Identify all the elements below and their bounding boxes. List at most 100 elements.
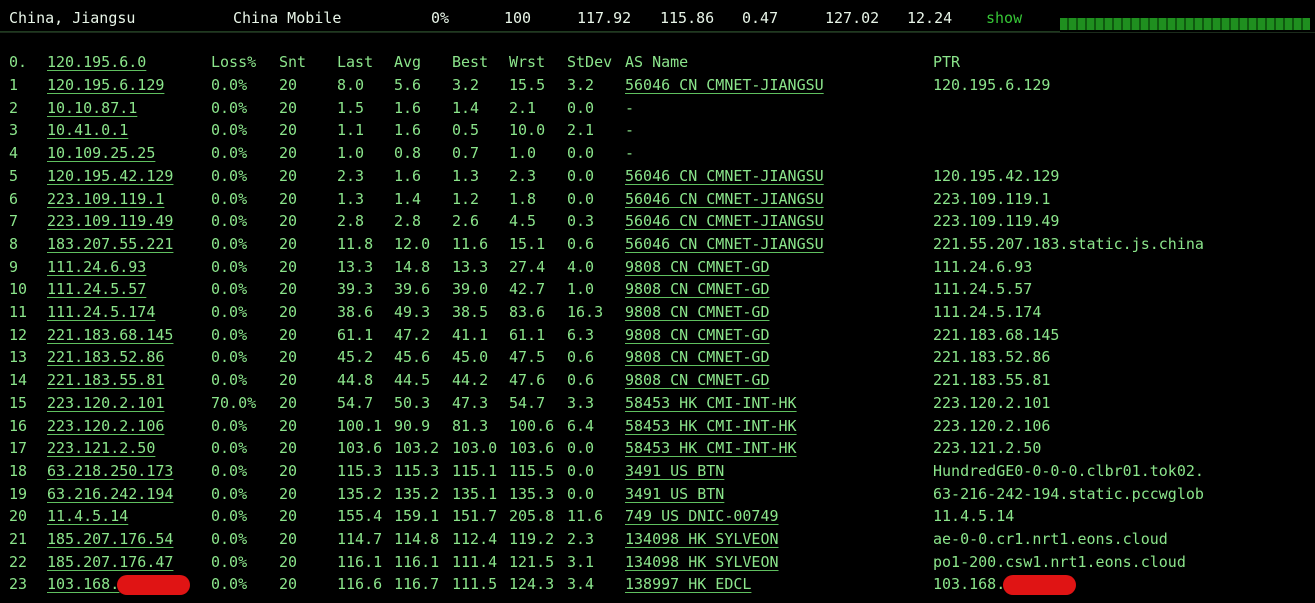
ptr-record: 120.195.42.129 xyxy=(933,166,1060,185)
best-ms: 38.5 xyxy=(452,303,489,321)
hop-host[interactable]: 221.183.68.145 xyxy=(47,324,173,346)
as-name[interactable]: 56046 CN CMNET-JIANGSU xyxy=(625,210,824,232)
stdev-ms: 3.4 xyxy=(567,575,595,594)
as-name[interactable]: 9808 CN CMNET-GD xyxy=(625,278,770,300)
as-name[interactable]: 56046 CN CMNET-JIANGSU xyxy=(625,188,824,210)
hop-host[interactable]: 185.207.176.54 xyxy=(47,528,173,550)
as-name[interactable]: 3491 US BTN xyxy=(625,483,724,505)
hop-number: 7 xyxy=(9,212,19,231)
stdev-ms: 0.0 xyxy=(567,461,595,480)
best-ms: 39.0 xyxy=(452,280,489,299)
as-name[interactable]: 9808 CN CMNET-GD xyxy=(625,301,770,323)
table-row: 2 10.10.87.1 0.0% 20 1.5 1.6 1.4 2.1 0.0 - xyxy=(0,97,1315,119)
ptr-record: 223.121.2.50 xyxy=(933,439,1042,458)
summary-loss: 0% xyxy=(431,9,450,27)
avg-ms: 49.3 xyxy=(394,303,431,321)
as-name[interactable]: 56046 CN CMNET-JIANGSU xyxy=(625,74,824,96)
hop-host[interactable]: 111.24.5.174 xyxy=(47,301,155,323)
sent-count: 20 xyxy=(279,280,298,299)
table-row: 7 223.109.119.49 0.0% 20 2.8 2.8 2.6 4.5 0.3 5604… xyxy=(0,210,1315,232)
header-hop-number: 0. xyxy=(9,53,28,71)
hop-host[interactable]: 111.24.6.93 xyxy=(47,256,146,278)
as-name[interactable]: 9808 CN CMNET-GD xyxy=(625,256,770,278)
table-row: 4 10.109.25.25 0.0% 20 1.0 0.8 0.7 1.0 0.0 - xyxy=(0,142,1315,164)
stdev-ms: 2.1 xyxy=(567,121,595,140)
hop-host[interactable]: 223.109.119.1 xyxy=(47,188,164,210)
hop-number: 6 xyxy=(9,189,19,208)
as-name[interactable]: - xyxy=(625,97,634,119)
last-ms: 155.4 xyxy=(337,507,383,526)
as-name[interactable]: 3491 US BTN xyxy=(625,460,724,482)
as-name[interactable]: 9808 CN CMNET-GD xyxy=(625,369,770,391)
loss-percent: 0.0% xyxy=(211,121,248,140)
ptr-record: 221.55.207.183.static.js.china xyxy=(933,234,1204,253)
show-link[interactable]: show xyxy=(986,9,1022,27)
hop-host[interactable]: 223.120.2.101 xyxy=(47,392,164,414)
loss-percent: 0.0% xyxy=(211,234,248,253)
hop-host[interactable]: 221.183.55.81 xyxy=(47,369,164,391)
as-name[interactable]: 9808 CN CMNET-GD xyxy=(625,324,770,346)
table-row: 21 185.207.176.54 0.0% 20 114.7 114.8 112.4 119… xyxy=(0,528,1315,550)
hop-host[interactable]: 221.183.52.86 xyxy=(47,346,164,368)
hop-host[interactable]: 120.195.6.129 xyxy=(47,74,164,96)
as-name[interactable]: 56046 CN CMNET-JIANGSU xyxy=(625,233,824,255)
hop-host[interactable]: 63.216.242.194 xyxy=(47,483,173,505)
table-row: 14 221.183.55.81 0.0% 20 44.8 44.5 44.2 47.6 0.6… xyxy=(0,369,1315,391)
worst-ms: 42.7 xyxy=(509,280,546,299)
table-row: 1 120.195.6.129 0.0% 20 8.0 5.6 3.2 15.5 3.2 5604… xyxy=(0,74,1315,96)
hop-number: 2 xyxy=(9,98,19,117)
table-row: 12 221.183.68.145 0.0% 20 61.1 47.2 41.1 61.1 6.… xyxy=(0,324,1315,346)
hop-host[interactable]: 63.218.250.173 xyxy=(47,460,173,482)
as-name[interactable]: 56046 CN CMNET-JIANGSU xyxy=(625,165,824,187)
table-row: 6 223.109.119.1 0.0% 20 1.3 1.4 1.2 1.8 0.0 56046… xyxy=(0,188,1315,210)
best-ms: 13.3 xyxy=(452,257,489,276)
hop-host[interactable]: 120.195.42.129 xyxy=(47,165,173,187)
as-name[interactable]: - xyxy=(625,119,634,141)
hop-host[interactable]: 10.10.87.1 xyxy=(47,97,137,119)
stdev-ms: 11.6 xyxy=(567,507,604,526)
as-name[interactable]: 749 US DNIC-00749 xyxy=(625,505,779,527)
hop-host[interactable]: 103.168. xyxy=(47,575,119,593)
hop-host[interactable]: 10.109.25.25 xyxy=(47,142,155,164)
avg-ms: 1.4 xyxy=(394,189,422,208)
as-name[interactable]: 58453 HK CMI-INT-HK xyxy=(625,415,797,437)
loss-percent: 0.0% xyxy=(211,416,248,435)
hop-host[interactable]: 223.109.119.49 xyxy=(47,210,173,232)
as-name[interactable]: 134098 HK SYLVEON xyxy=(625,528,779,550)
last-ms: 61.1 xyxy=(337,325,374,344)
hop-host[interactable]: 111.24.5.57 xyxy=(47,278,146,300)
last-ms: 1.3 xyxy=(337,189,365,208)
best-ms: 2.6 xyxy=(452,212,480,231)
avg-ms: 1.6 xyxy=(394,98,422,117)
table-row: 18 63.218.250.173 0.0% 20 115.3 115.3 115.1 115… xyxy=(0,460,1315,482)
avg-ms: 2.8 xyxy=(394,212,422,231)
worst-ms: 2.3 xyxy=(509,166,537,185)
sent-count: 20 xyxy=(279,530,298,548)
hop-host[interactable]: 183.207.55.221 xyxy=(47,233,173,255)
loss-percent: 0.0% xyxy=(211,484,248,503)
best-ms: 1.2 xyxy=(452,189,480,208)
as-name[interactable]: 138997 HK EDCL xyxy=(625,573,751,595)
ptr-record: 111.24.6.93 xyxy=(933,257,1033,276)
hop-host[interactable]: 223.121.2.50 xyxy=(47,437,155,459)
as-name[interactable]: 134098 HK SYLVEON xyxy=(625,551,779,573)
as-name[interactable]: - xyxy=(625,142,634,164)
last-ms: 116.1 xyxy=(337,552,383,571)
stdev-ms: 4.0 xyxy=(567,257,595,276)
stdev-ms: 0.0 xyxy=(567,439,595,458)
table-row: 23 103.168. 0.0% 20 116.6 116.7 111.5 124.3 3.4 1… xyxy=(0,573,1315,595)
hop-number: 15 xyxy=(9,393,28,412)
last-ms: 11.8 xyxy=(337,234,374,253)
hop-host[interactable]: 185.207.176.47 xyxy=(47,551,173,573)
stdev-ms: 2.3 xyxy=(567,530,595,548)
summary-isp: China Mobile xyxy=(233,9,342,27)
as-name[interactable]: 9808 CN CMNET-GD xyxy=(625,346,770,368)
hop-host[interactable]: 223.120.2.106 xyxy=(47,415,164,437)
hop-host[interactable]: 11.4.5.14 xyxy=(47,505,128,527)
as-name[interactable]: 58453 HK CMI-INT-HK xyxy=(625,392,797,414)
hop-host[interactable]: 10.41.0.1 xyxy=(47,119,128,141)
sent-count: 20 xyxy=(279,257,298,276)
as-name[interactable]: 58453 HK CMI-INT-HK xyxy=(625,437,797,459)
loss-percent: 0.0% xyxy=(211,507,248,526)
table-row: 8 183.207.55.221 0.0% 20 11.8 12.0 11.6 15.1 0.6… xyxy=(0,233,1315,255)
